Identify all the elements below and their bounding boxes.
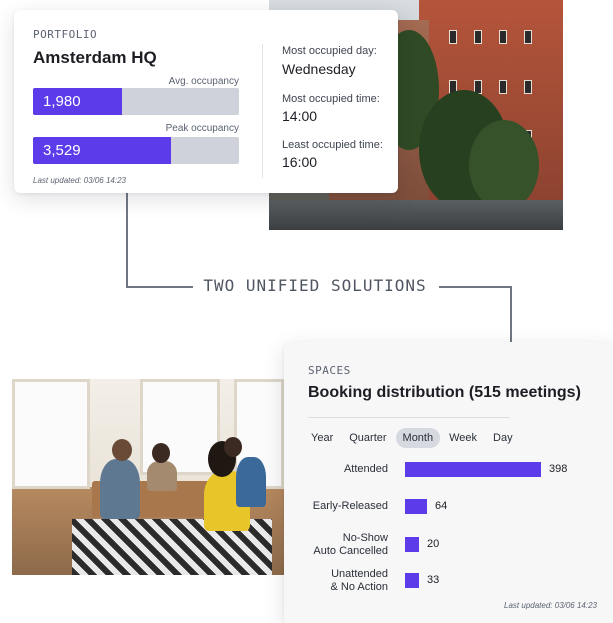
dist-label-line: No-Show [342,532,388,544]
dist-bar-early-released [405,499,427,514]
connector-line-left-horizontal [126,286,193,288]
spaces-divider [308,417,510,418]
tab-year[interactable]: Year [304,428,340,448]
tab-day[interactable]: Day [486,428,520,448]
dist-bar-no-show-auto-cancelled [405,537,419,552]
dist-label-unattended-no-action: Unattended & No Action [331,568,388,594]
spaces-title: Booking distribution (515 meetings) [308,384,581,401]
stat-label-most-occupied-day: Most occupied day: [282,45,377,57]
dist-label-no-show-auto-cancelled: No-Show Auto Cancelled [313,532,388,558]
portfolio-divider [262,44,263,178]
meeting-photo [12,379,284,575]
connector-line-left-vertical [126,193,128,287]
spaces-eyebrow: SPACES [308,364,351,377]
avg-occupancy-bar: 1,980 [33,88,239,115]
dist-label-early-released: Early-Released [313,500,388,513]
dist-value-no-show-auto-cancelled: 20 [427,538,440,550]
peak-occupancy-bar: 3,529 [33,137,239,164]
connector-line-right-vertical [510,286,512,342]
dist-bar-attended [405,462,541,477]
tagline: TWO UNIFIED SOLUTIONS [193,275,437,297]
stat-label-most-occupied-time: Most occupied time: [282,93,380,105]
dist-value-unattended-no-action: 33 [427,574,440,586]
tab-month[interactable]: Month [395,428,441,448]
tab-week[interactable]: Week [442,428,484,448]
portfolio-eyebrow: PORTFOLIO [33,28,98,41]
spaces-card: SPACES Booking distribution (515 meeting… [284,342,613,623]
spaces-last-updated: Last updated: 03/06 14:23 [504,601,597,610]
peak-occupancy-value: 3,529 [43,142,81,159]
portfolio-last-updated: Last updated: 03/06 14:23 [33,176,126,185]
avg-occupancy-value: 1,980 [43,93,81,110]
stat-label-least-occupied-time: Least occupied time: [282,139,383,151]
avg-occupancy-label: Avg. occupancy [168,76,239,87]
dist-label-line: Attended [343,463,388,475]
portfolio-title: Amsterdam HQ [33,48,157,67]
dist-value-early-released: 64 [435,500,448,512]
stat-value-most-occupied-day: Wednesday [282,61,356,77]
dist-label-line: Auto Cancelled [313,545,388,557]
portfolio-card: PORTFOLIO Amsterdam HQ Avg. occupancy 1,… [14,10,398,193]
tab-quarter[interactable]: Quarter [342,428,393,448]
stat-value-most-occupied-time: 14:00 [282,108,318,124]
dist-label-attended: Attended [344,463,388,476]
dist-label-line: & No Action [330,581,388,593]
dist-bar-unattended-no-action [405,573,419,588]
stat-value-least-occupied-time: 16:00 [282,154,318,170]
period-tabs: Year Quarter Month Week Day [304,428,522,448]
dist-label-line: Unattended [331,568,388,580]
peak-occupancy-label: Peak occupancy [165,123,239,134]
connector-line-right-horizontal [439,286,512,288]
dist-label-line: Early-Released [312,500,388,512]
dist-value-attended: 398 [549,463,568,475]
